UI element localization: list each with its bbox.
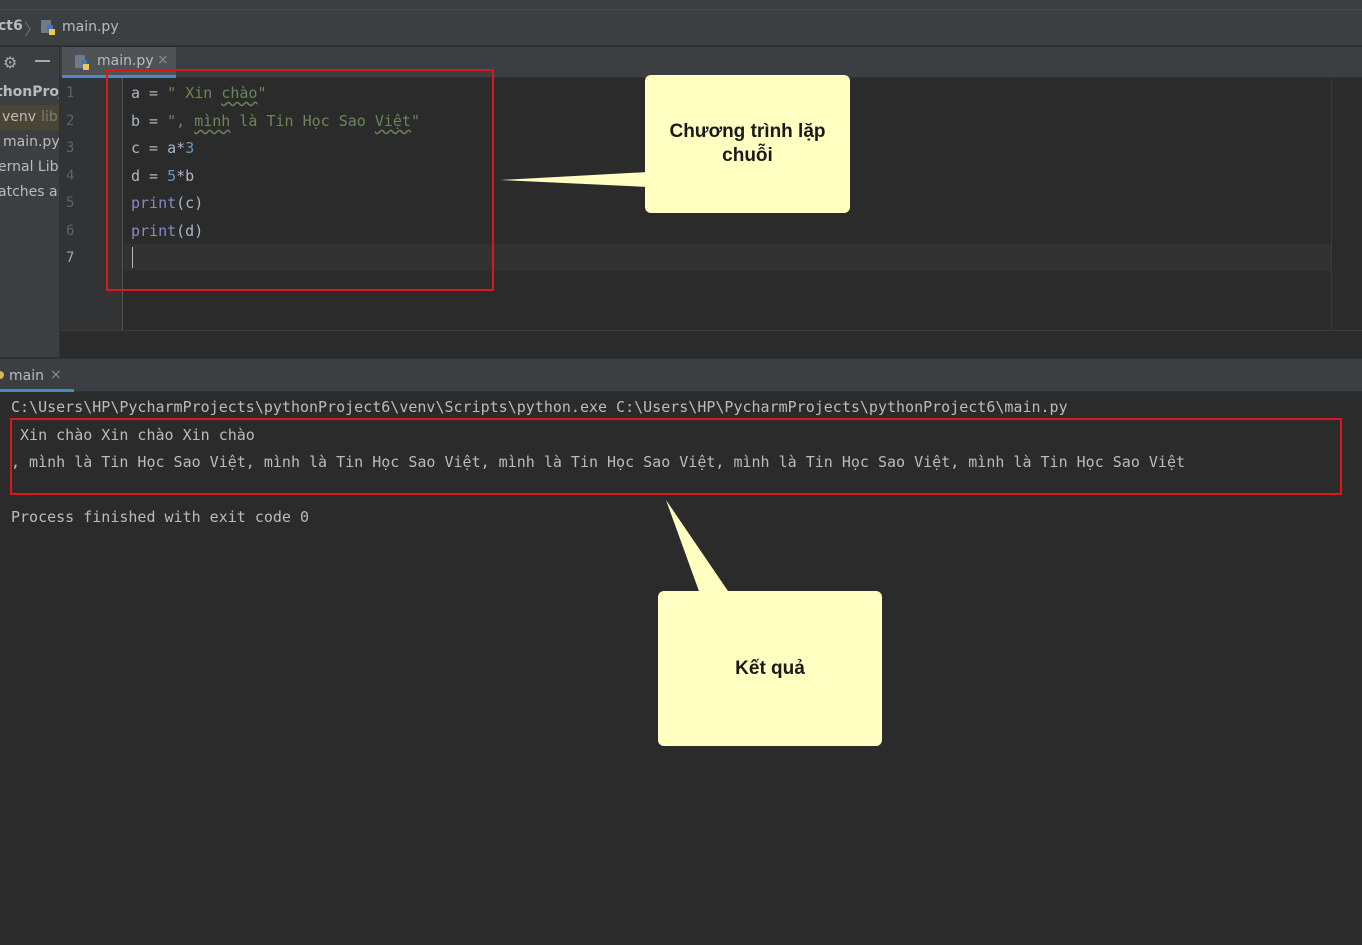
- callout-result: Kết quả: [658, 591, 882, 746]
- callout-result-text: Kết quả: [735, 657, 805, 679]
- callout-program-pointer: [500, 172, 648, 187]
- callout-program: Chương trình lặp chuỗi: [645, 75, 850, 213]
- callout-program-text: Chương trình lặp chuỗi: [669, 121, 826, 166]
- callout-result-pointer: [666, 500, 730, 594]
